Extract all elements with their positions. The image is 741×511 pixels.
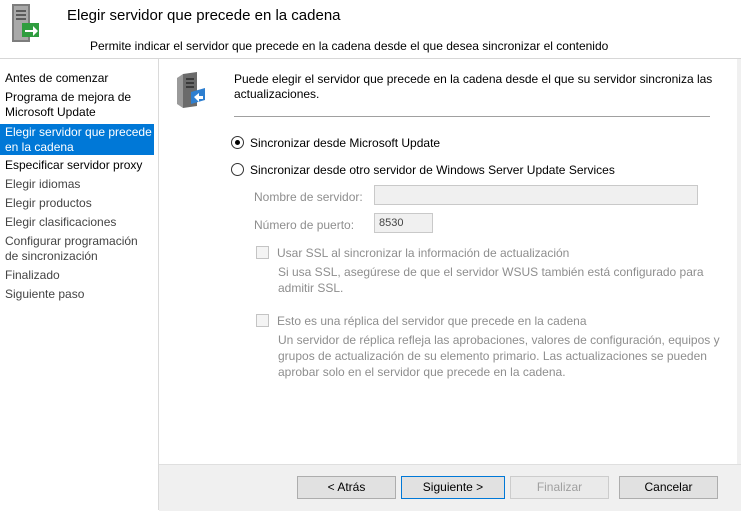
sidebar-item-productos[interactable]: Elegir productos bbox=[0, 196, 154, 211]
replica-description: Un servidor de réplica refleja las aprob… bbox=[278, 333, 720, 379]
main-content: Puede elegir el servidor que precede en … bbox=[159, 59, 741, 464]
server-name-label: Nombre de servidor: bbox=[254, 190, 363, 204]
sidebar-item-programacion[interactable]: Configurar programación de sincronizació… bbox=[0, 234, 154, 264]
ssl-checkbox-label: Usar SSL al sincronizar la información d… bbox=[277, 245, 570, 260]
ssl-description: Si usa SSL, asegúrese de que el servidor… bbox=[278, 265, 704, 295]
replica-checkbox-label: Esto es una réplica del servidor que pre… bbox=[277, 313, 587, 328]
wizard-header: Elegir servidor que precede en la cadena… bbox=[0, 0, 741, 58]
server-name-input[interactable] bbox=[374, 185, 698, 205]
sidebar-item-programa-de-mejora[interactable]: Programa de mejora de Microsoft Update bbox=[0, 90, 154, 120]
cancel-button[interactable]: Cancelar bbox=[619, 476, 718, 499]
sidebar-item-siguiente-paso[interactable]: Siguiente paso bbox=[0, 287, 154, 302]
sidebar-item-clasificaciones[interactable]: Elegir clasificaciones bbox=[0, 215, 154, 230]
window-edge bbox=[737, 59, 741, 510]
server-update-icon bbox=[173, 70, 209, 110]
replica-checkbox[interactable] bbox=[256, 314, 269, 328]
port-input[interactable]: 8530 bbox=[374, 213, 433, 233]
intro-text: Puede elegir el servidor que precede en … bbox=[234, 72, 713, 101]
ssl-option[interactable]: Usar SSL al sincronizar la información d… bbox=[256, 245, 569, 260]
back-button[interactable]: < Atrás bbox=[297, 476, 396, 499]
option-wsus-server[interactable]: Sincronizar desde otro servidor de Windo… bbox=[231, 162, 615, 177]
page-title: Elegir servidor que precede en la cadena bbox=[67, 7, 341, 24]
intro-divider bbox=[234, 116, 710, 117]
radio-button-checked[interactable] bbox=[231, 136, 244, 150]
sidebar-item-idiomas[interactable]: Elegir idiomas bbox=[0, 177, 154, 192]
sidebar-item-elegir-servidor[interactable]: Elegir servidor que precede en la cadena bbox=[0, 124, 154, 155]
sidebar-item-antes-de-comenzar[interactable]: Antes de comenzar bbox=[0, 71, 154, 86]
sidebar-item-finalizado[interactable]: Finalizado bbox=[0, 268, 154, 283]
radio-button[interactable] bbox=[231, 163, 244, 177]
option-wsus-server-label: Sincronizar desde otro servidor de Windo… bbox=[250, 162, 615, 177]
sidebar-item-servidor-proxy[interactable]: Especificar servidor proxy bbox=[0, 158, 154, 173]
next-button[interactable]: Siguiente > bbox=[401, 476, 505, 499]
server-sync-icon bbox=[6, 2, 46, 44]
replica-option[interactable]: Esto es una réplica del servidor que pre… bbox=[256, 313, 587, 328]
wizard-footer: < Atrás Siguiente > Finalizar Cancelar bbox=[159, 464, 741, 511]
option-microsoft-update[interactable]: Sincronizar desde Microsoft Update bbox=[231, 135, 440, 150]
finish-button[interactable]: Finalizar bbox=[510, 476, 609, 499]
port-label: Número de puerto: bbox=[254, 218, 355, 232]
option-microsoft-update-label: Sincronizar desde Microsoft Update bbox=[250, 135, 441, 150]
ssl-checkbox[interactable] bbox=[256, 246, 269, 260]
page-subtitle: Permite indicar el servidor que precede … bbox=[90, 39, 609, 53]
wizard-steps-sidebar: Antes de comenzar Programa de mejora de … bbox=[0, 59, 158, 510]
